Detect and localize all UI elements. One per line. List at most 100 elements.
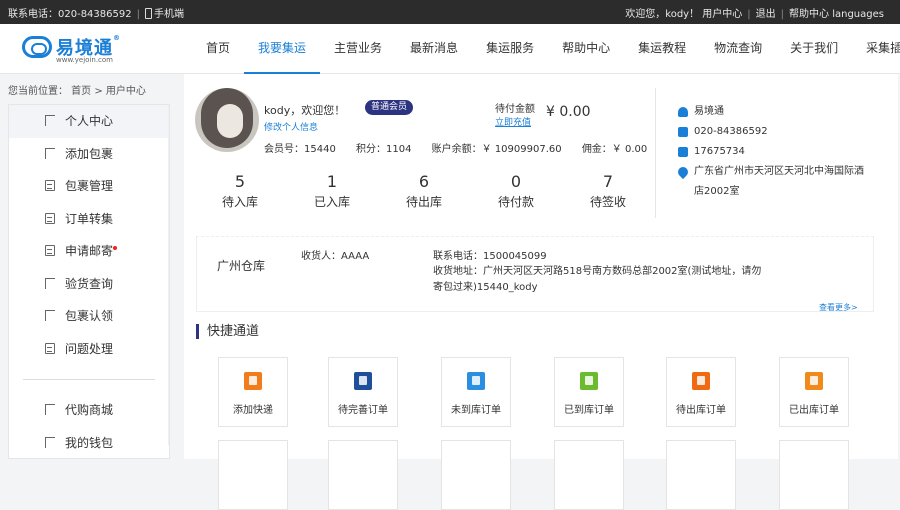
tile-shipped[interactable]: 已出库订单 bbox=[779, 357, 849, 427]
bracket-icon bbox=[45, 147, 55, 159]
warehouse-tel: 联系电话：1500045099 bbox=[433, 251, 547, 262]
stat-pending-storage[interactable]: 5 待入库 bbox=[194, 172, 286, 210]
account-info: 会员号：15440 积分：1104 账户余额：￥ 10909907.60 佣金：… bbox=[264, 140, 664, 155]
sidebar-scrollbar[interactable]: ▼ bbox=[168, 105, 170, 445]
warehouse-name: 广州仓库 bbox=[217, 259, 266, 273]
not-arrived-icon bbox=[467, 372, 485, 390]
stat-pending-outbound[interactable]: 6 待出库 bbox=[378, 172, 470, 210]
tile-row2[interactable] bbox=[554, 440, 624, 510]
pending-payment-label: 待付金额 bbox=[495, 104, 535, 115]
nav-business[interactable]: 主营业务 bbox=[320, 24, 396, 74]
nav-about[interactable]: 关于我们 bbox=[776, 24, 852, 74]
sidebar-item-order-consolidate[interactable]: 订单转集 bbox=[9, 203, 169, 236]
greeting: kody，欢迎您！ bbox=[264, 104, 346, 117]
points: 积分：1104 bbox=[356, 144, 412, 155]
phone-icon bbox=[144, 8, 152, 19]
sidebar-item-add-package[interactable]: 添加包裹 bbox=[9, 138, 169, 171]
header: 易境通® www.yejoin.com 首页 我要集运 主营业务 最新消息 集运… bbox=[0, 24, 900, 74]
balance: 账户余额：￥ 10909907.60 bbox=[431, 144, 562, 155]
nav-tracking[interactable]: 物流查询 bbox=[700, 24, 776, 74]
tile-row2[interactable] bbox=[779, 440, 849, 510]
warehouse-receiver: 收货人：AAAA bbox=[301, 251, 370, 262]
contact-tel: 020-84386592 bbox=[694, 126, 768, 137]
stat-pending-receipt[interactable]: 7 待签收 bbox=[562, 172, 654, 210]
avatar[interactable] bbox=[195, 88, 259, 152]
quick-access-title: 快捷通道 bbox=[196, 324, 259, 339]
nav-consolidation[interactable]: 我要集运 bbox=[244, 24, 321, 74]
stat-in-storage[interactable]: 1 已入库 bbox=[286, 172, 378, 210]
cloud-logo-icon bbox=[22, 36, 52, 58]
arrived-icon bbox=[580, 372, 598, 390]
sidebar-item-claim-package[interactable]: 包裹认领 bbox=[9, 300, 169, 333]
bracket-icon bbox=[45, 404, 55, 415]
view-more-link[interactable]: 查看更多> bbox=[819, 302, 858, 313]
logo[interactable]: 易境通® www.yejoin.com bbox=[22, 32, 132, 66]
tile-incomplete-orders[interactable]: 待完善订单 bbox=[328, 357, 398, 427]
nav-help[interactable]: 帮助中心 bbox=[548, 24, 624, 74]
commission: 佣金：￥ 0.00 bbox=[581, 144, 648, 155]
document-icon bbox=[45, 245, 55, 256]
add-express-icon bbox=[244, 372, 262, 390]
sidebar-item-shop[interactable]: 代购商城 bbox=[9, 394, 169, 427]
document-icon bbox=[45, 342, 55, 354]
help-link[interactable]: 帮助中心 bbox=[789, 9, 829, 20]
tile-row2[interactable] bbox=[218, 440, 288, 510]
sidebar-item-personal-center[interactable]: 个人中心 bbox=[9, 105, 169, 138]
bracket-icon bbox=[45, 436, 55, 448]
sidebar: 个人中心 添加包裹 包裹管理 订单转集 申请邮寄 验货查询 包裹认领 问题处理 … bbox=[8, 104, 170, 459]
member-number: 会员号：15440 bbox=[264, 144, 336, 155]
pending-payment-value: ¥ 0.00 bbox=[546, 104, 591, 120]
tile-row2[interactable] bbox=[441, 440, 511, 510]
tile-row2[interactable] bbox=[328, 440, 398, 510]
scrollbar-thumb[interactable] bbox=[169, 109, 170, 359]
nav-home[interactable]: 首页 bbox=[192, 24, 244, 74]
person-icon bbox=[678, 107, 688, 117]
document-icon bbox=[45, 212, 55, 224]
divider bbox=[655, 88, 656, 218]
contact-mobile: 17675734 bbox=[694, 146, 745, 157]
sidebar-item-inspection[interactable]: 验货查询 bbox=[9, 268, 169, 301]
shipped-icon bbox=[805, 372, 823, 390]
bracket-icon bbox=[45, 115, 55, 126]
order-stats: 5 待入库 1 已入库 6 待出库 0 待付款 7 待签收 bbox=[194, 172, 654, 210]
mobile-link[interactable]: 手机端 bbox=[144, 8, 184, 20]
tile-not-arrived[interactable]: 未到库订单 bbox=[441, 357, 511, 427]
warehouse-card: 广州仓库 收货人：AAAA 联系电话：1500045099 收货地址：广州天河区… bbox=[196, 236, 874, 312]
notification-dot bbox=[113, 246, 117, 250]
sidebar-item-issues[interactable]: 问题处理 bbox=[9, 333, 169, 366]
nav-plugin[interactable]: 采集插件 bbox=[852, 24, 900, 74]
languages-link[interactable]: languages bbox=[832, 9, 884, 20]
bell-icon bbox=[678, 147, 688, 157]
main-panel: kody，欢迎您！ 普通会员 修改个人信息 待付金额 立即充值 ¥ 0.00 会… bbox=[184, 74, 898, 510]
stat-pending-payment[interactable]: 0 待付款 bbox=[470, 172, 562, 210]
incomplete-order-icon bbox=[354, 372, 372, 390]
tile-row2[interactable] bbox=[666, 440, 736, 510]
sidebar-item-wallet[interactable]: 我的钱包 bbox=[9, 427, 169, 459]
document-icon bbox=[45, 180, 55, 191]
contact-name: 易境通 bbox=[694, 106, 724, 117]
bracket-icon bbox=[45, 277, 55, 289]
nav-news[interactable]: 最新消息 bbox=[396, 24, 472, 74]
bracket-icon bbox=[45, 310, 55, 321]
tile-add-express[interactable]: 添加快递 bbox=[218, 357, 288, 427]
sidebar-item-manage-package[interactable]: 包裹管理 bbox=[9, 170, 169, 203]
tile-pending-outbound[interactable]: 待出库订单 bbox=[666, 357, 736, 427]
top-bar: 联系电话：020-84386592 | 手机端 欢迎您，kody！ 用户中心 | 退出 |… bbox=[0, 0, 900, 24]
recharge-link[interactable]: 立即充值 bbox=[495, 115, 531, 128]
logout-link[interactable]: 退出 bbox=[756, 9, 776, 20]
nav-service[interactable]: 集运服务 bbox=[472, 24, 548, 74]
warehouse-address: 收货地址：广州天河区天河路518号南方数码总部2002室(测试地址，请勿寄包过来… bbox=[433, 266, 762, 293]
nav-tutorial[interactable]: 集运教程 bbox=[624, 24, 700, 74]
location-icon bbox=[675, 164, 691, 180]
member-level-badge: 普通会员 bbox=[365, 100, 413, 115]
main-nav: 首页 我要集运 主营业务 最新消息 集运服务 帮助中心 集运教程 物流查询 关于… bbox=[192, 24, 900, 74]
breadcrumb: 您当前位置： 首页 > 用户中心 bbox=[8, 86, 146, 97]
pending-outbound-icon bbox=[692, 372, 710, 390]
user-center-link[interactable]: 欢迎您，kody！ 用户中心 bbox=[625, 9, 742, 20]
tile-arrived[interactable]: 已到库订单 bbox=[554, 357, 624, 427]
contact-card: 易境通 020-84386592 17675734 广东省广州市天河区天河北中海… bbox=[675, 102, 868, 202]
sidebar-divider bbox=[23, 379, 155, 380]
sidebar-item-apply-mail[interactable]: 申请邮寄 bbox=[9, 235, 169, 268]
contact-address: 广东省广州市天河区天河北中海国际酒店2002室 bbox=[694, 166, 864, 197]
edit-profile-link[interactable]: 修改个人信息 bbox=[264, 120, 318, 133]
